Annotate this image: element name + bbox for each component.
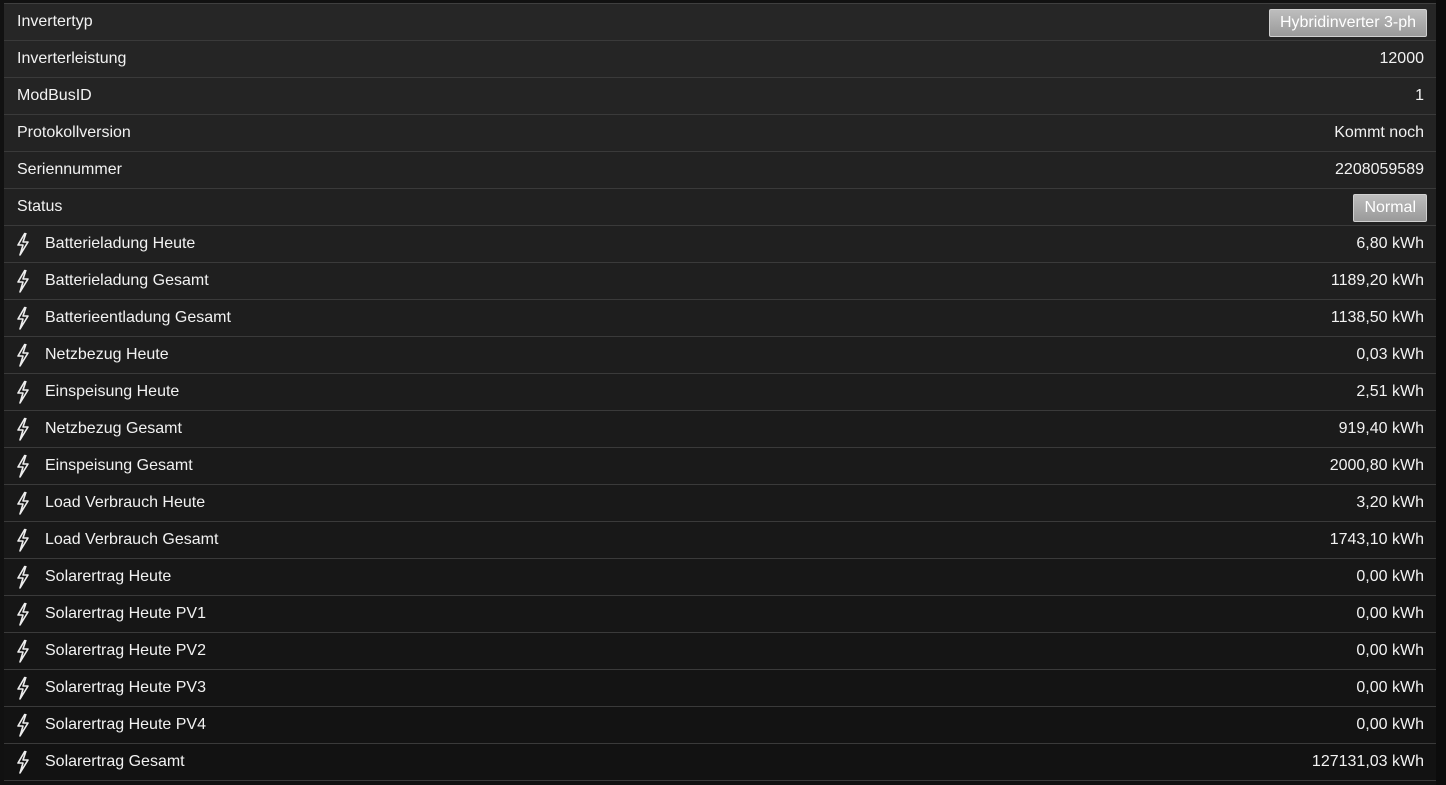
table-row: Batterieentladung Gesamt 1138,50 kWh — [4, 300, 1436, 337]
row-value: 2000,80 kWh — [1329, 457, 1424, 474]
table-row: Netzbezug Heute 0,03 kWh — [4, 337, 1436, 374]
row-value: 0,00 kWh — [1356, 716, 1424, 733]
row-label: Solarertrag Heute PV1 — [45, 605, 206, 622]
row-value: 6,80 kWh — [1356, 235, 1424, 252]
row-value: 127131,03 kWh — [1311, 753, 1424, 770]
table-row: Inverterleistung 12000 — [4, 41, 1436, 78]
row-label: Solarertrag Heute PV4 — [45, 716, 206, 733]
lightning-icon — [17, 528, 29, 552]
lightning-icon — [17, 269, 29, 293]
row-label: Solarertrag Heute PV3 — [45, 679, 206, 696]
row-value: 3,20 kWh — [1356, 494, 1424, 511]
lightning-icon — [17, 491, 29, 515]
lightning-icon — [17, 454, 29, 478]
lightning-icon — [17, 602, 29, 626]
scrollbar-track[interactable] — [1436, 0, 1446, 785]
table-row: Netzbezug Gesamt 919,40 kWh — [4, 411, 1436, 448]
row-label: Invertertyp — [17, 13, 93, 30]
row-value: 919,40 kWh — [1338, 420, 1424, 437]
table-row: Solarertrag Gesamt 127131,03 kWh — [4, 744, 1436, 781]
row-label: Einspeisung Heute — [45, 383, 180, 400]
row-label: Solarertrag Gesamt — [45, 753, 185, 770]
lightning-icon — [17, 676, 29, 700]
table-row: Batterieladung Gesamt 1189,20 kWh — [4, 263, 1436, 300]
row-label: Status — [17, 198, 63, 215]
table-row: Solarertrag Heute PV4 0,00 kWh — [4, 707, 1436, 744]
table-row: Solarertrag Heute PV3 0,00 kWh — [4, 670, 1436, 707]
table-row: Load Verbrauch Heute 3,20 kWh — [4, 485, 1436, 522]
lightning-icon — [17, 639, 29, 663]
table-row: Seriennummer 2208059589 — [4, 152, 1436, 189]
table-row: Load Verbrauch Gesamt 1743,10 kWh — [4, 522, 1436, 559]
row-value: 0,00 kWh — [1356, 679, 1424, 696]
row-label: Load Verbrauch Heute — [45, 494, 206, 511]
row-label: Solarertrag Heute — [45, 568, 172, 585]
lightning-icon — [17, 232, 29, 256]
lightning-icon — [17, 306, 29, 330]
row-value: 0,00 kWh — [1356, 642, 1424, 659]
row-value: 0,03 kWh — [1356, 346, 1424, 363]
row-label: Inverterleistung — [17, 50, 127, 67]
table-row: Status Normal — [4, 189, 1436, 226]
table-row: Batterieladung Heute 6,80 kWh — [4, 226, 1436, 263]
data-panel: Invertertyp Hybridinverter 3-ph Inverterle… — [0, 0, 1446, 785]
row-value: 1743,10 kWh — [1329, 531, 1424, 548]
row-value: 1 — [1415, 87, 1424, 104]
lightning-icon — [17, 565, 29, 589]
value-badge-button[interactable]: Normal — [1353, 194, 1427, 222]
lightning-icon — [17, 750, 29, 774]
row-label: Protokollversion — [17, 124, 131, 141]
row-label: ModBusID — [17, 87, 92, 104]
row-label: Seriennummer — [17, 161, 122, 178]
row-label: Batterieladung Gesamt — [45, 272, 209, 289]
row-label: Solarertrag Heute PV2 — [45, 642, 206, 659]
row-label: Einspeisung Gesamt — [45, 457, 193, 474]
data-table: Invertertyp Hybridinverter 3-ph Inverterle… — [4, 3, 1436, 781]
lightning-icon — [17, 713, 29, 737]
row-label: Netzbezug Gesamt — [45, 420, 182, 437]
row-label: Load Verbrauch Gesamt — [45, 531, 219, 548]
table-row: Einspeisung Heute 2,51 kWh — [4, 374, 1436, 411]
row-value: 0,00 kWh — [1356, 568, 1424, 585]
row-value: 1138,50 kWh — [1330, 309, 1424, 326]
table-row: ModBusID 1 — [4, 78, 1436, 115]
table-row: Protokollversion Kommt noch — [4, 115, 1436, 152]
row-value: 0,00 kWh — [1356, 605, 1424, 622]
row-label: Batterieentladung Gesamt — [45, 309, 231, 326]
table-row: Solarertrag Heute PV1 0,00 kWh — [4, 596, 1436, 633]
table-row: Einspeisung Gesamt 2000,80 kWh — [4, 448, 1436, 485]
row-value: 2208059589 — [1335, 161, 1424, 178]
row-value: 1189,20 kWh — [1330, 272, 1424, 289]
lightning-icon — [17, 343, 29, 367]
table-row: Solarertrag Heute PV2 0,00 kWh — [4, 633, 1436, 670]
row-value: 12000 — [1379, 50, 1425, 67]
table-row: Invertertyp Hybridinverter 3-ph — [4, 4, 1436, 41]
row-label: Netzbezug Heute — [45, 346, 169, 363]
value-badge-button[interactable]: Hybridinverter 3-ph — [1268, 9, 1427, 37]
lightning-icon — [17, 417, 29, 441]
table-row: Solarertrag Heute 0,00 kWh — [4, 559, 1436, 596]
row-label: Batterieladung Heute — [45, 235, 196, 252]
lightning-icon — [17, 380, 29, 404]
row-value: Kommt noch — [1334, 124, 1424, 141]
row-value: 2,51 kWh — [1356, 383, 1424, 400]
